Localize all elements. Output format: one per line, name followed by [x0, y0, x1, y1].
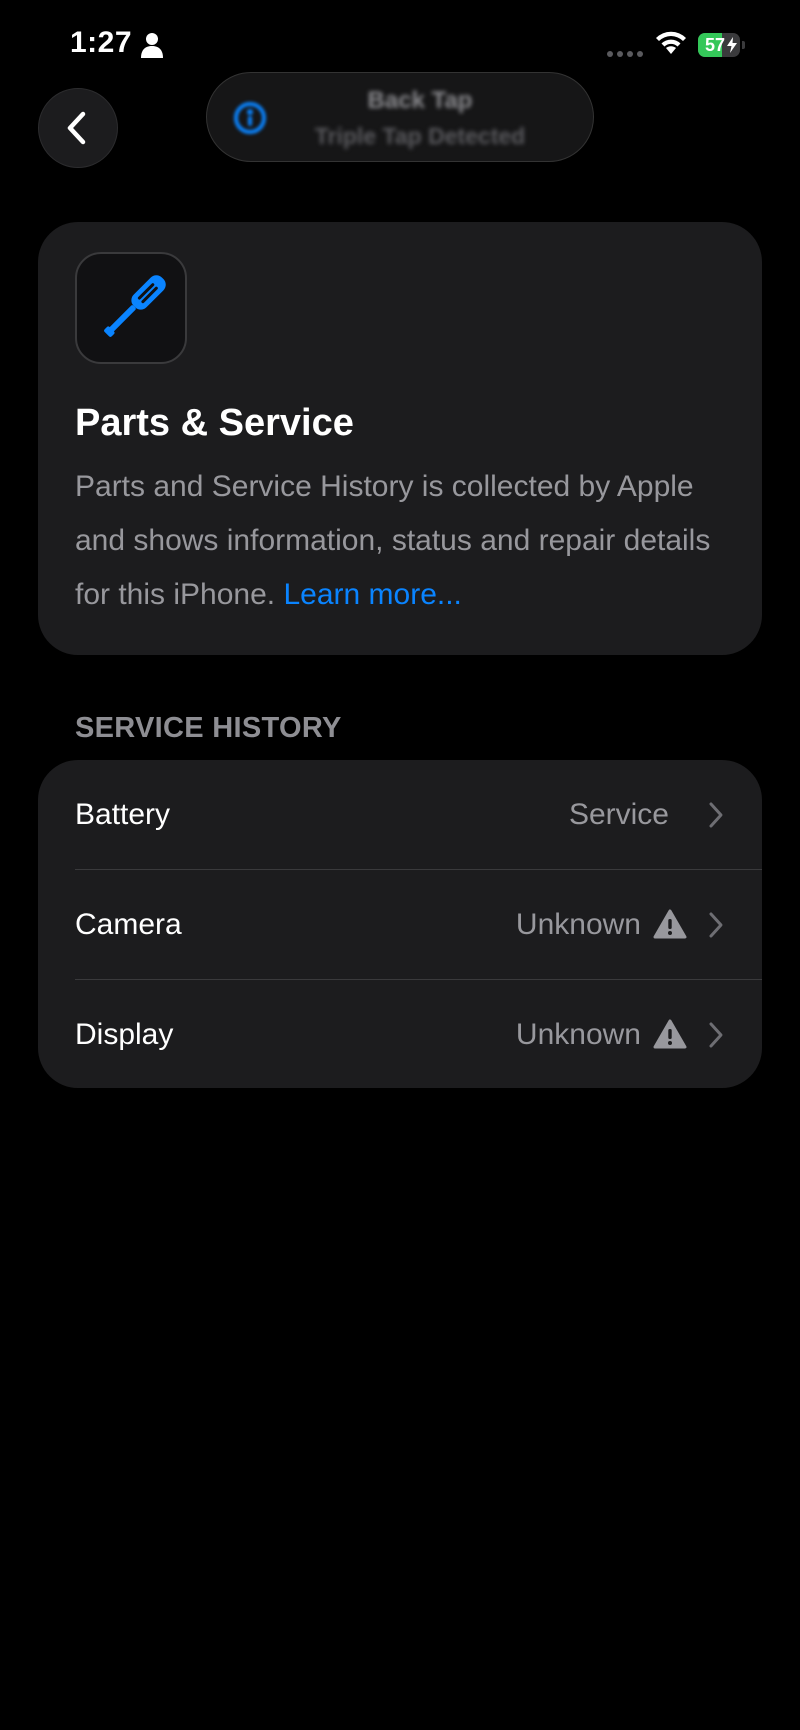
row-label: Display: [75, 1018, 174, 1051]
page-title: Parts & Service: [75, 402, 354, 444]
notification-banner: Back Tap Triple Tap Detected: [206, 72, 594, 162]
wifi-icon: [656, 31, 686, 54]
battery-icon: 57: [698, 33, 746, 57]
list-item-display[interactable]: Display Unknown: [38, 980, 762, 1088]
chevron-right-icon: [709, 802, 723, 828]
cellular-dots-icon: [607, 51, 643, 57]
list-item-camera[interactable]: Camera Unknown: [38, 870, 762, 980]
card-description: Parts and Service History is collected b…: [75, 460, 715, 622]
row-value: Unknown: [515, 1018, 641, 1051]
chevron-left-icon: [67, 111, 86, 145]
row-value: Service: [568, 798, 669, 831]
back-button[interactable]: [38, 88, 118, 168]
notification-title: Back Tap: [367, 87, 473, 114]
accessibility-icon: [234, 102, 266, 134]
battery-tip: [742, 41, 745, 49]
parts-service-card: Parts & Service Parts and Service Histor…: [38, 222, 762, 655]
app-icon: [75, 252, 187, 364]
warning-icon: [653, 1019, 687, 1049]
chevron-right-icon: [709, 1022, 723, 1048]
learn-more-link[interactable]: Learn more...: [283, 578, 461, 611]
service-history-list: Battery Service Camera Unknown Display U…: [38, 760, 762, 1088]
charging-bolt-icon: [727, 37, 737, 53]
row-label: Battery: [75, 798, 171, 831]
status-time: 1:27: [70, 26, 133, 59]
screwdriver-icon: [104, 275, 166, 337]
row-value: Unknown: [515, 908, 641, 941]
row-label: Camera: [75, 908, 182, 941]
notification-subtitle: Triple Tap Detected: [314, 123, 526, 149]
warning-icon: [653, 909, 687, 939]
person-icon: [141, 33, 163, 58]
section-header: SERVICE HISTORY: [75, 712, 342, 744]
chevron-right-icon: [709, 912, 723, 938]
list-item-battery[interactable]: Battery Service: [38, 760, 762, 870]
